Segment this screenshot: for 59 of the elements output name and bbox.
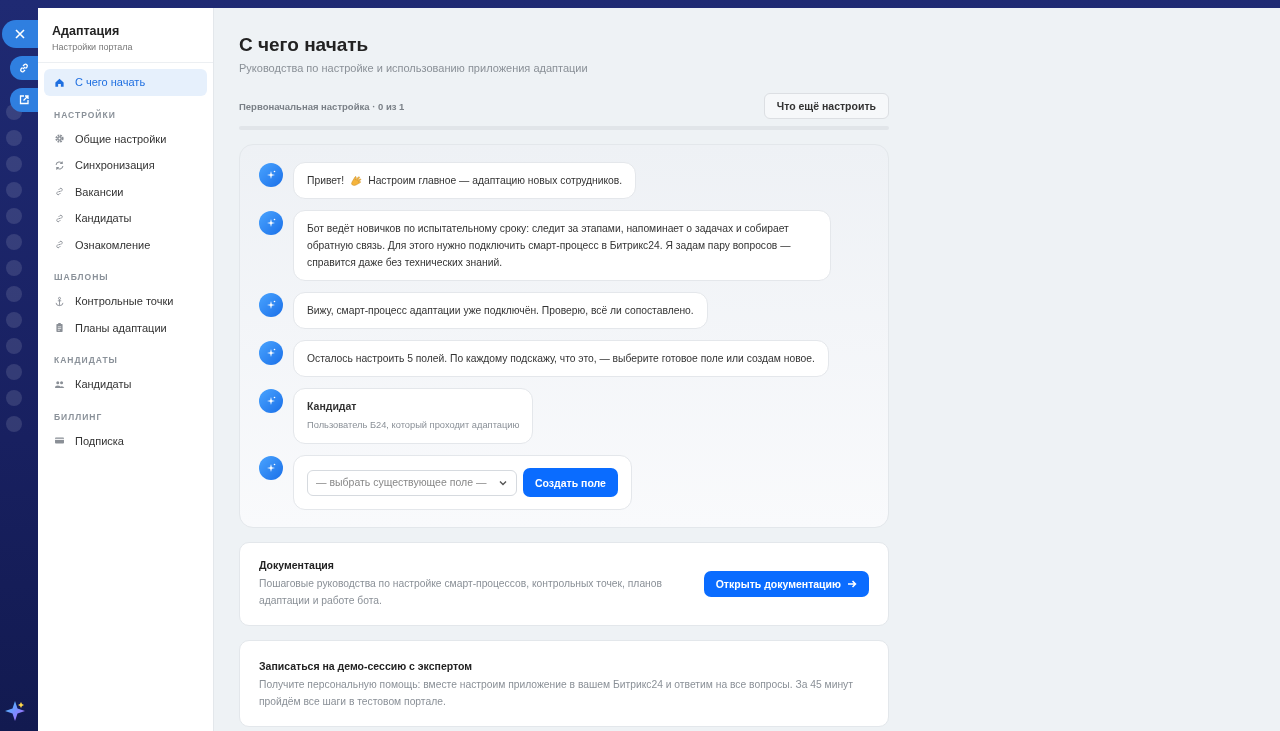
close-button[interactable]	[2, 20, 38, 48]
sidebar-item[interactable]: Подписка	[44, 427, 207, 454]
card-description: Пошаговые руководства по настройке смарт-процессов, контрольных точек, планов адаптации и работе бота.	[259, 577, 663, 608]
link-icon	[54, 186, 65, 198]
close-icon	[14, 28, 26, 40]
bot-avatar-icon	[259, 211, 283, 235]
sidebar-item[interactable]: С чего начать	[44, 69, 207, 96]
bot-avatar-icon	[259, 389, 283, 413]
bot-avatar-icon	[259, 163, 283, 187]
card-title: Записаться на демо-сессию с экспертом	[259, 660, 474, 672]
link-icon	[18, 62, 30, 74]
sidebar-item[interactable]: Контрольные точки	[44, 288, 207, 315]
arrow-right-icon	[847, 579, 857, 589]
create-field-button[interactable]: Создать поле	[523, 468, 618, 497]
page-title: С чего начать	[239, 34, 370, 56]
clipboard-icon	[54, 322, 65, 334]
progress-label: Первоначальная настройка · 0 из 1	[239, 100, 405, 112]
app-subtitle: Настройки портала	[52, 42, 134, 52]
section-heading: БИЛЛИНГ	[53, 410, 104, 424]
people-icon	[54, 378, 65, 390]
setup-more-button[interactable]: Что ещё настроить	[763, 93, 889, 119]
sparkle-app-icon[interactable]	[4, 700, 26, 722]
open-new-window-button[interactable]	[10, 88, 38, 112]
message-text: Привет!	[307, 174, 345, 188]
sidebar-item[interactable]: Синхронизация	[44, 152, 207, 179]
waving-hand-icon	[349, 173, 364, 188]
page-subtitle: Руководства по настройке и использованию приложения адаптации	[239, 62, 589, 74]
message-bubble: Вижу, смарт-процесс адаптации уже подключён. Проверю, всё ли сопоставлено.	[293, 292, 708, 329]
sync-icon	[54, 159, 65, 171]
card-title: Документация	[259, 559, 335, 571]
message-bubble: Осталось настроить 5 полей. По каждому подскажу, что это, — выберите готовое поле или создам новое.	[293, 340, 829, 377]
section-heading: НАСТРОЙКИ	[53, 108, 117, 122]
sidebar-item[interactable]: Ознакомление	[44, 231, 207, 258]
card-description: Получите персональную помощь: вместе настроим приложение в вашем Битрикс24 и ответим на все вопросы. За 45 минут пройдём все шаги в тестовом портале.	[259, 678, 854, 709]
sidebar-item[interactable]: Кандидаты	[44, 371, 207, 398]
link-icon	[54, 239, 65, 251]
field-description: Пользователь Б24, который проходит адаптацию	[307, 419, 520, 432]
link-icon	[54, 212, 65, 224]
field-select[interactable]: — выбрать существующее поле —	[307, 469, 517, 496]
sidebar-item[interactable]: Вакансии	[44, 178, 207, 205]
sidebar-item[interactable]: Планы адаптации	[44, 314, 207, 341]
message-text: Настроим главное — адаптацию новых сотрудников.	[368, 174, 623, 188]
card-icon	[54, 435, 65, 447]
section-heading: КАНДИДАТЫ	[53, 354, 119, 367]
bot-avatar-icon	[259, 341, 283, 365]
copy-link-button[interactable]	[10, 56, 38, 80]
app-title: Адаптация	[52, 24, 121, 38]
message-bubble: Бот ведёт новичков по испытательному сроку: следит за этапами, напоминает о задачах и собирает обратную связь. Для этого нужно подключить смарт-процесс в Битрикс24. Я задам пару вопросов — справится даже без технических знаний.	[293, 210, 831, 281]
sidebar-item[interactable]: Кандидаты	[44, 205, 207, 232]
home-icon	[54, 76, 65, 88]
bot-avatar-icon	[259, 456, 283, 480]
anchor-icon	[54, 295, 65, 307]
gear-icon	[54, 133, 65, 145]
open-docs-button[interactable]: Открыть документацию	[703, 571, 869, 597]
external-link-icon	[18, 94, 30, 106]
bot-avatar-icon	[259, 293, 283, 317]
field-name: Кандидат	[307, 399, 358, 414]
sidebar-item[interactable]: Общие настройки	[44, 125, 207, 152]
section-heading: ШАБЛОНЫ	[53, 271, 110, 284]
